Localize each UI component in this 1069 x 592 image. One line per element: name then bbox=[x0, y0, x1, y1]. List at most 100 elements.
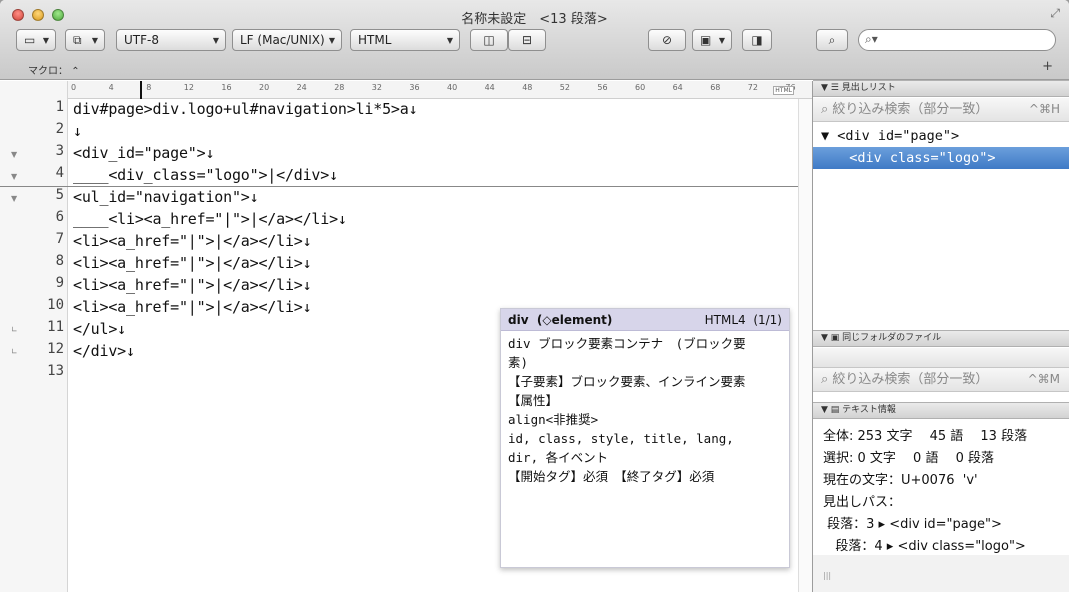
sidebar-footer: ||| bbox=[813, 555, 1069, 592]
code-line[interactable]: ↓ bbox=[73, 121, 82, 141]
editor-scrollbar[interactable] bbox=[798, 99, 812, 592]
toolbar-search[interactable]: ⌕▾ bbox=[858, 29, 1056, 51]
split-vertical-button[interactable]: ◫ bbox=[470, 29, 508, 51]
text-info-header[interactable]: ▼ ▤ テキスト情報 bbox=[813, 402, 1069, 419]
ruler-tick-label: 24 bbox=[296, 83, 307, 92]
toolbar: 名称未設定 <13 段落> ⤢ ▭ ▼ ⧉ ▼ UTF-8 ▼ LF (Mac/UNI… bbox=[0, 0, 1069, 80]
ruler-tick-label: 28 bbox=[334, 83, 345, 92]
tooltip-header: div (◇element) HTML4 (1/1) bbox=[501, 309, 789, 331]
no-symbol-icon: ⊘ bbox=[661, 33, 673, 47]
resize-grip-icon[interactable]: ||| bbox=[823, 571, 831, 580]
ruler-tick-label: 8 bbox=[146, 83, 152, 92]
ruler-tick-label: 16 bbox=[221, 83, 232, 92]
ruler-tick-label: 48 bbox=[522, 83, 533, 92]
wrap-icon: ▣ bbox=[700, 33, 712, 47]
fold-open-icon[interactable]: ▼ bbox=[11, 194, 17, 203]
ruler-tick-label: 52 bbox=[559, 83, 570, 92]
new-document-button[interactable]: ▭ ▼ bbox=[16, 29, 56, 51]
info-total: 全体: 253 文字 45 語 13 段落 bbox=[823, 429, 1028, 444]
fold-end-icon: ∟ bbox=[11, 347, 18, 356]
folder-filter-placeholder: 絞り込み検索（部分一致） bbox=[832, 372, 989, 387]
code-line[interactable]: <li><a_href="|">|</a></li>↓ bbox=[73, 297, 312, 317]
line-number: 2 bbox=[55, 121, 64, 137]
code-line[interactable]: <li><a_href="|">|</a></li>↓ bbox=[73, 253, 312, 273]
editor: 1 2 3 4 5 6 7 8 9 10 11 12 13 ▼ ▼ ▼ ∟ ∟ … bbox=[0, 81, 812, 592]
folder-filter-shortcut: ^⌘M bbox=[1027, 372, 1060, 386]
ruler-tick-label: 68 bbox=[710, 83, 721, 92]
split-vertical-icon: ◫ bbox=[483, 33, 495, 47]
ruler: 0481216202428323640444852566064687276HTM… bbox=[68, 81, 812, 99]
folder-filter[interactable]: ⌕ 絞り込み検索（部分一致） ^⌘M bbox=[813, 368, 1069, 392]
info-selection: 選択: 0 文字 0 語 0 段落 bbox=[823, 451, 994, 466]
window-title: 名称未設定 <13 段落> bbox=[461, 12, 608, 27]
code-line[interactable]: div#page>div.logo+ul#navigation>li*5>a↓ bbox=[73, 99, 418, 119]
editor-split-divider[interactable] bbox=[0, 186, 799, 187]
ruler-tick-label: 20 bbox=[259, 83, 270, 92]
code-line[interactable]: ____<div_class="logo">|</div>↓ bbox=[73, 165, 338, 185]
encoding-select[interactable]: UTF-8 ▼ bbox=[116, 29, 226, 51]
code-line[interactable]: </div>↓ bbox=[73, 341, 135, 361]
code-line[interactable]: <div_id="page">↓ bbox=[73, 143, 214, 163]
add-macro-button[interactable]: + bbox=[1042, 59, 1053, 74]
text-info-title: テキスト情報 bbox=[842, 405, 896, 415]
code-line[interactable]: <li><a_href="|">|</a></li>↓ bbox=[73, 275, 312, 295]
ruler-tick-label: 44 bbox=[484, 83, 495, 92]
ruler-tick-label: 40 bbox=[447, 83, 458, 92]
macro-menu[interactable]: マクロ： ⌃ bbox=[28, 62, 80, 77]
ruler-tick-label: 36 bbox=[409, 83, 420, 92]
ruler-tick-label: 64 bbox=[672, 83, 683, 92]
outline-item-page[interactable]: ▼ <div id="page"> bbox=[813, 125, 1069, 147]
ruler-tick-label: 72 bbox=[747, 83, 758, 92]
line-number: 1 bbox=[55, 99, 64, 115]
code-line[interactable]: ____<li><a_href="|">|</a></li>↓ bbox=[73, 209, 347, 229]
outline-header[interactable]: ▼ ☰ 見出しリスト bbox=[813, 80, 1069, 97]
tooltip-line: 【子要素】ブロック要素、インライン要素 bbox=[508, 374, 746, 389]
folder-files-title: 同じフォルダのファイル bbox=[842, 333, 942, 343]
sidebar-icon: ◨ bbox=[751, 33, 763, 47]
outline-filter-shortcut: ^⌘H bbox=[1028, 102, 1060, 116]
line-gutter: 1 2 3 4 5 6 7 8 9 10 11 12 13 ▼ ▼ ▼ ∟ ∟ bbox=[0, 81, 68, 592]
copy-button[interactable]: ⧉ ▼ bbox=[65, 29, 105, 51]
folder-files-header[interactable]: ▼ ▣ 同じフォルダのファイル bbox=[813, 330, 1069, 347]
outline-filter[interactable]: ⌕ 絞り込み検索（部分一致） ^⌘H bbox=[813, 98, 1069, 122]
tooltip-line: 素) bbox=[508, 355, 529, 370]
fold-open-icon[interactable]: ▼ bbox=[11, 150, 17, 159]
info-path-item: 段落：3 ▸ <div id="page"> bbox=[823, 517, 1002, 532]
outline-filter-placeholder: 絞り込み検索（部分一致） bbox=[832, 102, 989, 117]
document-icon: ▭ bbox=[24, 33, 36, 47]
ruler-tick-label: 12 bbox=[183, 83, 194, 92]
wrap-button[interactable]: ▣ ▼ bbox=[692, 29, 732, 51]
sidebar-toggle-button[interactable]: ◨ bbox=[742, 29, 772, 51]
code-line[interactable]: </ul>↓ bbox=[73, 319, 126, 339]
line-number: 5 bbox=[55, 187, 64, 203]
ruler-tick-label: 56 bbox=[597, 83, 608, 92]
line-number: 8 bbox=[55, 253, 64, 269]
fullscreen-icon[interactable]: ⤢ bbox=[1050, 6, 1060, 21]
copy-icon: ⧉ bbox=[73, 32, 82, 47]
line-number: 11 bbox=[47, 319, 64, 335]
sidebar: ▼ ☰ 見出しリスト ⌕ 絞り込み検索（部分一致） ^⌘H ▼ <div id="… bbox=[812, 80, 1069, 592]
element-tooltip: div (◇element) HTML4 (1/1) div ブロック要素コンテ… bbox=[500, 308, 790, 568]
line-number: 10 bbox=[47, 297, 64, 313]
fold-open-icon[interactable]: ▼ bbox=[11, 172, 17, 181]
folder-files-list[interactable] bbox=[813, 348, 1069, 368]
line-number: 9 bbox=[55, 275, 64, 291]
split-horizontal-button[interactable]: ⊟ bbox=[508, 29, 546, 51]
app-window: 名称未設定 <13 段落> ⤢ ▭ ▼ ⧉ ▼ UTF-8 ▼ LF (Mac/UNI… bbox=[0, 0, 1069, 592]
ruler-syntax-badge: HTML bbox=[773, 86, 794, 95]
ruler-tick-label: 4 bbox=[108, 83, 114, 92]
search-input[interactable] bbox=[883, 33, 1048, 47]
line-ending-select[interactable]: LF (Mac/UNIX) ▼ bbox=[232, 29, 342, 51]
tooltip-line: id, class, style, title, lang, bbox=[508, 431, 734, 446]
info-current-char: 現在の文字：U+0076 'v' bbox=[823, 473, 978, 488]
line-number: 13 bbox=[47, 363, 64, 379]
code-line[interactable]: <ul_id="navigation">↓ bbox=[73, 187, 259, 207]
syntax-select[interactable]: HTML ▼ bbox=[350, 29, 460, 51]
line-ending-value: LF (Mac/UNIX) bbox=[240, 33, 325, 47]
outline-item-logo[interactable]: <div class="logo"> bbox=[813, 147, 1069, 169]
tooltip-line: 【属性】 bbox=[508, 393, 559, 408]
find-button[interactable]: ⌕ bbox=[816, 29, 848, 51]
invisibles-button[interactable]: ⊘ bbox=[648, 29, 686, 51]
tooltip-line: div ブロック要素コンテナ (ブロック要 bbox=[508, 336, 746, 351]
code-line[interactable]: <li><a_href="|">|</a></li>↓ bbox=[73, 231, 312, 251]
